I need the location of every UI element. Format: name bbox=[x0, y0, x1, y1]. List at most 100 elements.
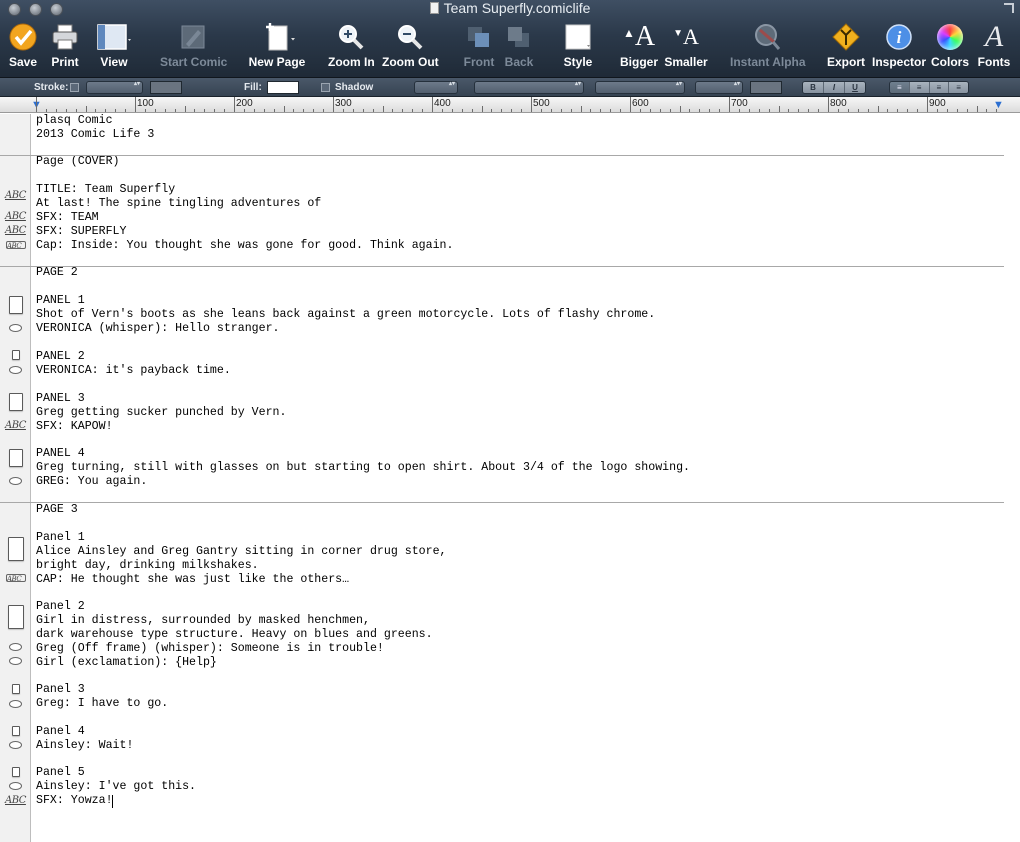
caption-text-icon: ABC bbox=[5, 795, 26, 806]
script-line[interactable]: PAGE 2 bbox=[36, 266, 78, 280]
script-line[interactable]: Ainsley: I've got this. bbox=[36, 780, 196, 794]
script-line[interactable]: PAGE 3 bbox=[36, 503, 78, 517]
script-line[interactable]: TITLE: Team Superfly bbox=[36, 183, 175, 197]
script-line[interactable]: 2013 Comic Life 3 bbox=[36, 128, 154, 142]
fill-color-well[interactable] bbox=[267, 81, 299, 94]
script-line[interactable]: PANEL 4 bbox=[36, 447, 85, 461]
script-line[interactable]: PANEL 1 bbox=[36, 294, 85, 308]
script-line[interactable]: Greg turning, still with glasses on but … bbox=[36, 461, 690, 475]
new-page-button[interactable]: New Page bbox=[248, 20, 306, 72]
export-button[interactable]: Export bbox=[826, 20, 866, 72]
script-line[interactable]: SFX: TEAM bbox=[36, 211, 99, 225]
font-typeface-popup[interactable] bbox=[595, 81, 685, 94]
underline-button[interactable]: U bbox=[845, 82, 865, 93]
script-line[interactable]: Cap: Inside: You thought she was gone fo… bbox=[36, 239, 453, 253]
ruler-tick bbox=[847, 109, 849, 112]
script-line[interactable]: SFX: Yowza! bbox=[36, 794, 113, 808]
ruler-tick bbox=[501, 109, 503, 112]
script-line[interactable]: PANEL 2 bbox=[36, 350, 85, 364]
panel-icon bbox=[12, 726, 20, 736]
stroke-checkbox[interactable] bbox=[70, 83, 79, 92]
send-to-back-button[interactable]: Back bbox=[502, 20, 536, 72]
fullscreen-icon[interactable] bbox=[1004, 3, 1014, 13]
align-justify-button[interactable]: ≡ bbox=[949, 82, 968, 93]
ruler-tick bbox=[540, 109, 542, 112]
italic-button[interactable]: I bbox=[824, 82, 845, 93]
save-button[interactable]: Save bbox=[6, 20, 40, 72]
script-line[interactable]: SFX: KAPOW! bbox=[36, 420, 113, 434]
script-line[interactable]: dark warehouse type structure. Heavy on … bbox=[36, 628, 433, 642]
ruler-tick bbox=[75, 109, 77, 112]
font-size-popup[interactable] bbox=[695, 81, 743, 94]
print-button[interactable]: Print bbox=[48, 20, 82, 72]
view-label: View bbox=[100, 55, 128, 69]
zoom-in-button[interactable]: Zoom In bbox=[328, 20, 375, 72]
inspector-button[interactable]: i Inspector bbox=[872, 20, 926, 72]
start-comic-button[interactable]: Start Comic bbox=[160, 20, 227, 72]
script-line[interactable]: VERONICA (whisper): Hello stranger. bbox=[36, 322, 280, 336]
script-line[interactable]: SFX: SUPERFLY bbox=[36, 225, 126, 239]
panel-icon bbox=[12, 350, 20, 360]
script-line[interactable]: At last! The spine tingling adventures o… bbox=[36, 197, 321, 211]
ruler-tick bbox=[144, 109, 146, 112]
ruler-tick bbox=[293, 109, 295, 112]
script-line[interactable]: Girl in distress, surrounded by masked h… bbox=[36, 614, 370, 628]
script-line[interactable]: Alice Ainsley and Greg Gantry sitting in… bbox=[36, 545, 447, 559]
style-button[interactable]: Style bbox=[560, 20, 596, 72]
bigger-text-button[interactable]: ▲ A Bigger bbox=[620, 20, 658, 72]
view-button[interactable]: View bbox=[94, 20, 134, 72]
script-line[interactable]: Ainsley: Wait! bbox=[36, 739, 133, 753]
vertical-scrollbar[interactable] bbox=[1005, 114, 1020, 842]
stroke-width-popup[interactable] bbox=[86, 81, 143, 94]
script-line[interactable]: Greg (Off frame) (whisper): Someone is i… bbox=[36, 642, 384, 656]
script-line[interactable]: Girl (exclamation): {Help} bbox=[36, 656, 217, 670]
ruler-tick bbox=[511, 109, 513, 112]
ruler-tick bbox=[808, 109, 810, 112]
align-left-button[interactable]: ≡ bbox=[890, 82, 910, 93]
panel-icon bbox=[8, 537, 24, 561]
ruler-tick bbox=[313, 109, 315, 112]
script-line[interactable]: PANEL 3 bbox=[36, 392, 85, 406]
align-right-button[interactable]: ≡ bbox=[929, 82, 950, 93]
ruler-number: 400 bbox=[434, 98, 451, 109]
script-line[interactable]: bright day, drinking milkshakes. bbox=[36, 559, 259, 573]
shadow-checkbox[interactable] bbox=[321, 83, 330, 92]
script-line[interactable]: Shot of Vern's boots as she leans back a… bbox=[36, 308, 655, 322]
script-line[interactable]: Panel 4 bbox=[36, 725, 85, 739]
script-line[interactable]: Page (COVER) bbox=[36, 155, 120, 169]
ruler-tick bbox=[461, 109, 463, 112]
stroke-color-well[interactable] bbox=[150, 81, 182, 94]
ruler-tick bbox=[709, 109, 711, 112]
alignment-segmented[interactable]: ≡ ≡ ≡ ≡ bbox=[889, 81, 969, 94]
font-family-popup[interactable] bbox=[474, 81, 584, 94]
smaller-text-button[interactable]: ▼ A Smaller bbox=[664, 20, 708, 72]
bring-to-front-button[interactable]: Front bbox=[462, 20, 496, 72]
script-line[interactable]: Panel 3 bbox=[36, 683, 85, 697]
ruler-tick bbox=[234, 97, 235, 112]
script-editor[interactable] bbox=[31, 114, 1020, 842]
script-line[interactable]: Greg getting sucker punched by Vern. bbox=[36, 406, 286, 420]
colors-button[interactable]: Colors bbox=[930, 20, 970, 72]
text-color-well[interactable] bbox=[750, 81, 782, 94]
align-center-button[interactable]: ≡ bbox=[909, 82, 930, 93]
script-line[interactable]: plasq Comic bbox=[36, 114, 113, 128]
ruler-tick bbox=[342, 109, 344, 112]
text-style-segmented[interactable]: B I U bbox=[802, 81, 866, 94]
fonts-button[interactable]: A Fonts bbox=[974, 20, 1014, 72]
script-line[interactable]: VERONICA: it's payback time. bbox=[36, 364, 231, 378]
script-line[interactable]: Panel 1 bbox=[36, 531, 85, 545]
zoom-out-button[interactable]: Zoom Out bbox=[382, 20, 439, 72]
script-line[interactable]: CAP: He thought she was just like the ot… bbox=[36, 573, 349, 587]
right-indent-marker-icon[interactable]: ▼ bbox=[993, 100, 1004, 111]
stroke-label: Stroke: bbox=[34, 82, 69, 93]
shadow-style-popup[interactable] bbox=[414, 81, 458, 94]
bold-button[interactable]: B bbox=[803, 82, 824, 93]
ruler-tick bbox=[243, 109, 245, 112]
script-line[interactable]: Panel 2 bbox=[36, 600, 85, 614]
horizontal-ruler[interactable]: ▼ ▼ 100200300400500600700800900 bbox=[0, 97, 1020, 113]
instant-alpha-button[interactable]: Instant Alpha bbox=[730, 20, 806, 72]
script-line[interactable]: GREG: You again. bbox=[36, 475, 147, 489]
script-line[interactable]: Panel 5 bbox=[36, 766, 85, 780]
zoom-in-icon bbox=[339, 25, 364, 50]
script-line[interactable]: Greg: I have to go. bbox=[36, 697, 168, 711]
